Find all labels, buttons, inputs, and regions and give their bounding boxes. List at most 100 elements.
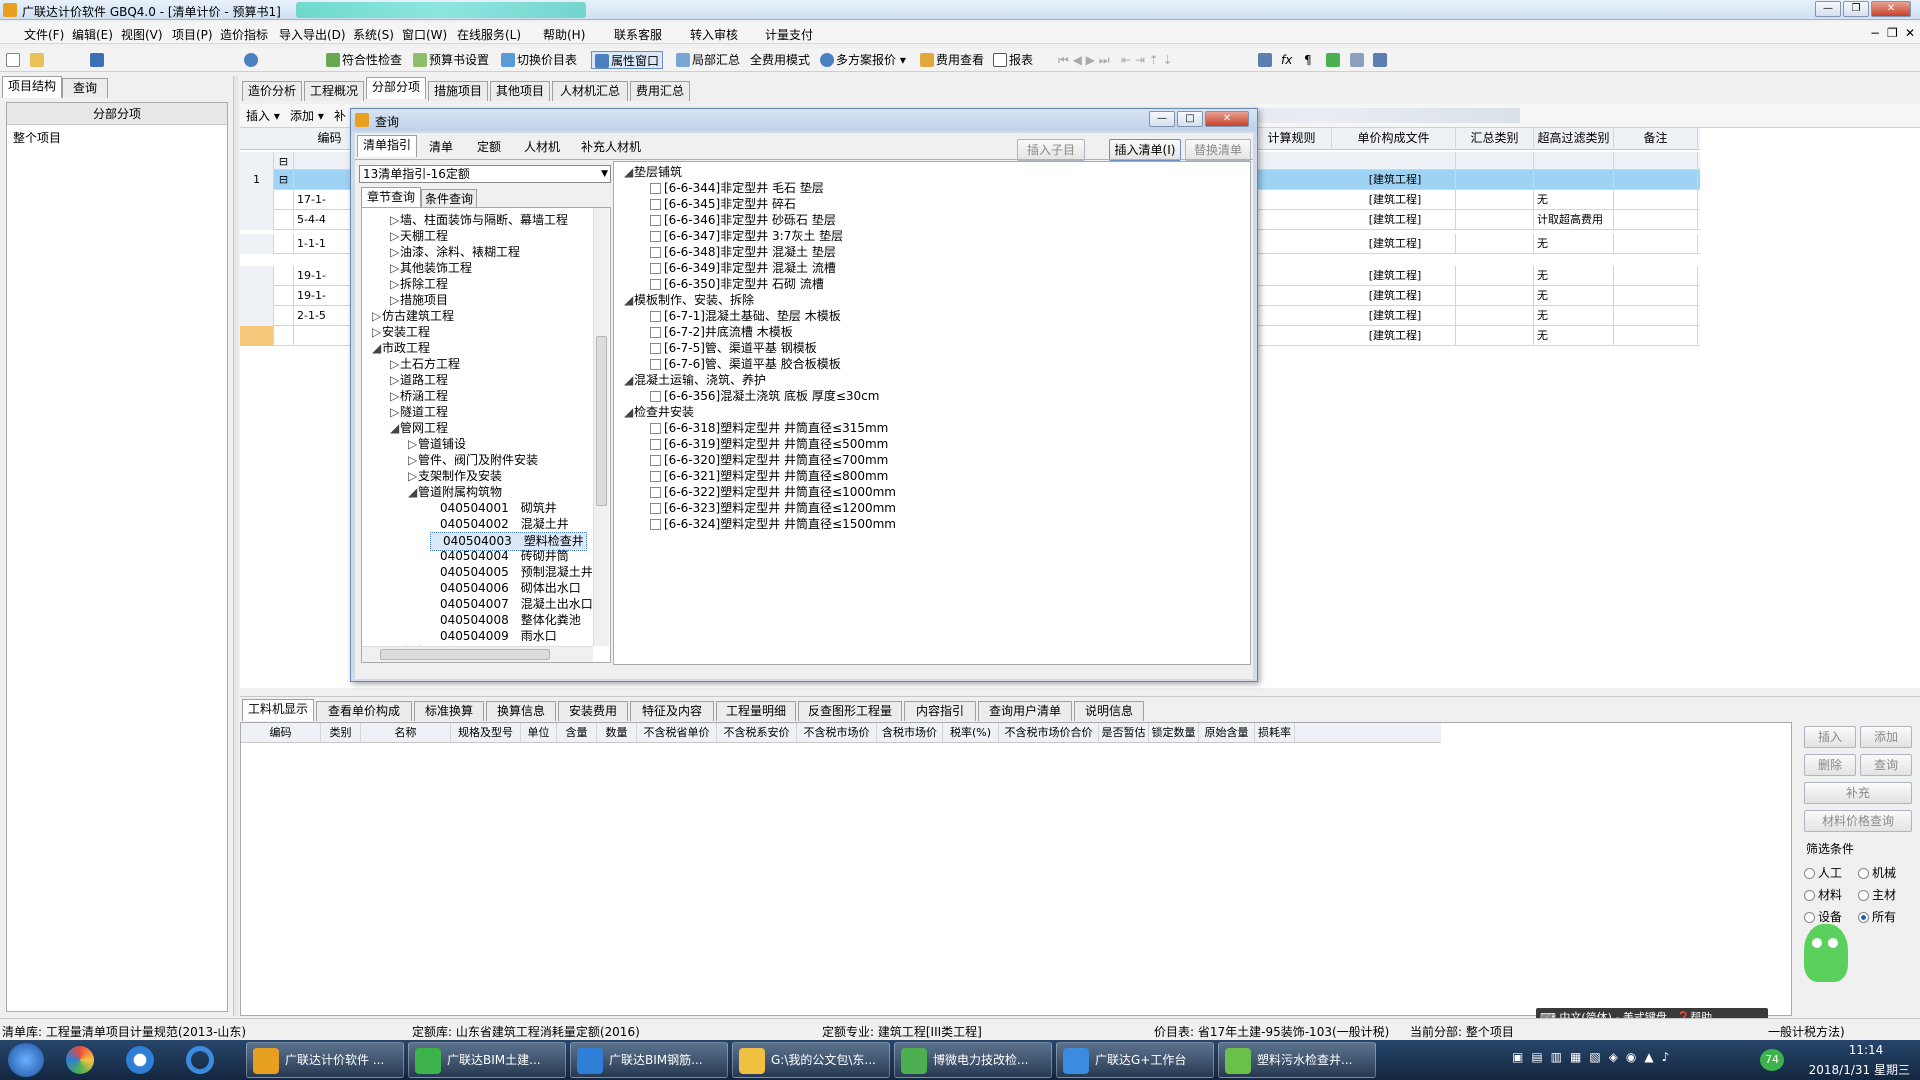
expanded-arrow-icon[interactable]: ◢ — [372, 340, 382, 356]
quota-item[interactable]: [6-7-6]管、渠道平基 胶合板模板 — [650, 356, 841, 373]
menu-help[interactable]: 帮助(H) — [543, 26, 585, 43]
clock-date[interactable]: 2018/1/31 星期三 — [1780, 1061, 1910, 1078]
menu-file[interactable]: 文件(F) — [24, 26, 64, 43]
tab-sub-items[interactable]: 分部分项 — [366, 77, 426, 99]
tree-node[interactable]: 040504004 砖砌井筒 — [430, 548, 569, 565]
expand-icon[interactable]: ⊟ — [274, 170, 294, 190]
formula-icon[interactable]: fx — [1281, 51, 1292, 69]
tab-supplement-labor-material[interactable]: 补充人材机 — [571, 137, 651, 157]
collapsed-arrow-icon[interactable]: ▷ — [372, 308, 382, 324]
menu-system[interactable]: 系统(S) — [353, 26, 394, 43]
row-remarks[interactable] — [1614, 326, 1698, 346]
row-overheight[interactable]: 无 — [1534, 306, 1614, 326]
property-window-button[interactable]: 属性窗口 — [591, 51, 664, 69]
collapsed-arrow-icon[interactable]: ▷ — [372, 324, 382, 340]
checkbox-icon[interactable] — [650, 311, 661, 322]
menu-review[interactable]: 转入审核 — [690, 26, 738, 43]
tree-node[interactable]: ◢管网工程 — [390, 420, 448, 436]
expand-icon[interactable]: ⊟ — [274, 152, 294, 172]
checkbox-icon[interactable] — [650, 471, 661, 482]
row-overheight[interactable]: 无 — [1534, 286, 1614, 306]
subtab-condition-query[interactable]: 条件查询 — [421, 189, 477, 207]
collapsed-arrow-icon[interactable]: ▷ — [390, 244, 400, 260]
mdi-minimize-icon[interactable]: − — [1870, 26, 1880, 40]
tree-node[interactable]: ▷油漆、涂料、裱糊工程 — [390, 244, 520, 260]
taskbar-item[interactable]: 广联达BIM钢筋... — [570, 1042, 728, 1078]
bottom-tab[interactable]: 安装费用 — [558, 701, 628, 721]
undo-icon[interactable] — [244, 51, 260, 69]
row-remarks[interactable] — [1614, 170, 1698, 190]
quota-item[interactable]: [6-6-320]塑料定型井 井筒直径≤700mm — [650, 452, 888, 469]
paragraph-icon[interactable]: ¶ — [1304, 51, 1312, 69]
menu-view[interactable]: 视图(V) — [121, 26, 163, 43]
material-price-query-button[interactable]: 材料价格查询 — [1804, 810, 1912, 832]
multi-plan-quote-button[interactable]: 多方案报价 ▾ — [820, 51, 906, 69]
menu-edit[interactable]: 编辑(E) — [72, 26, 113, 43]
quota-item[interactable]: [6-6-349]非定型井 混凝土 流槽 — [650, 260, 836, 277]
expand-icon[interactable] — [274, 326, 294, 346]
expanded-arrow-icon[interactable]: ◢ — [624, 404, 634, 420]
tree-node[interactable]: ◢管道附属构筑物 — [408, 484, 502, 500]
quota-item[interactable]: [6-6-324]塑料定型井 井筒直径≤1500mm — [650, 516, 896, 533]
tree-node[interactable]: ◢市政工程 — [372, 340, 430, 356]
quota-item[interactable]: [6-6-347]非定型井 3:7灰土 垫层 — [650, 228, 843, 245]
taskbar-item[interactable]: 广联达G+工作台 — [1056, 1042, 1214, 1078]
taskbar-item[interactable]: G:\我的公文包\东... — [732, 1042, 890, 1078]
checkbox-icon[interactable] — [650, 359, 661, 370]
bottom-tab[interactable]: 查看单价构成 — [316, 701, 412, 721]
green-tool-icon[interactable] — [1326, 51, 1342, 69]
dialog-maximize-icon[interactable]: □ — [1177, 111, 1203, 127]
quota-item[interactable]: [6-6-319]塑料定型井 井筒直径≤500mm — [650, 436, 888, 453]
checkbox-icon[interactable] — [650, 343, 661, 354]
checkbox-icon[interactable] — [650, 247, 661, 258]
quota-group[interactable]: ◢模板制作、安装、拆除 — [624, 292, 754, 308]
row-summary-category[interactable] — [1456, 326, 1534, 346]
tree-vscroll-thumb[interactable] — [596, 336, 607, 506]
row-overheight[interactable]: 无 — [1534, 266, 1614, 286]
row-summary-category[interactable] — [1456, 266, 1534, 286]
layout-tool-icon[interactable] — [1373, 51, 1389, 69]
compliance-check-button[interactable]: 符合性检查 — [326, 51, 402, 69]
expanded-arrow-icon[interactable]: ◢ — [624, 372, 634, 388]
row-summary-category[interactable] — [1456, 286, 1534, 306]
tree-node[interactable]: 040504001 砌筑井 — [430, 500, 557, 517]
tree-node[interactable]: ▷其他装饰工程 — [390, 260, 472, 276]
filter-material[interactable]: 材料 — [1804, 886, 1842, 903]
menu-import-export[interactable]: 导入导出(D) — [279, 26, 346, 43]
expand-icon[interactable] — [274, 266, 294, 286]
collapsed-arrow-icon[interactable]: ▷ — [390, 212, 400, 228]
tab-quota[interactable]: 定额 — [465, 137, 513, 157]
checkbox-icon[interactable] — [650, 423, 661, 434]
collapsed-arrow-icon[interactable]: ▷ — [390, 260, 400, 276]
row-price-file[interactable]: [建筑工程] — [1332, 306, 1456, 326]
row-price-file[interactable]: [建筑工程] — [1332, 190, 1456, 210]
tab-cost-analysis[interactable]: 造价分析 — [242, 81, 302, 101]
tree-node[interactable]: ▷拆除工程 — [390, 276, 448, 292]
bottom-tab[interactable]: 工料机显示 — [242, 699, 314, 721]
side-delete-button[interactable]: 删除 — [1804, 754, 1856, 776]
bottom-tab[interactable]: 说明信息 — [1074, 701, 1144, 721]
row-remarks[interactable] — [1614, 152, 1698, 172]
quota-item[interactable]: [6-6-348]非定型井 混凝土 垫层 — [650, 244, 836, 261]
row-remarks[interactable] — [1614, 286, 1698, 306]
expand-icon[interactable] — [274, 234, 294, 254]
quota-group[interactable]: ◢混凝土运输、浇筑、养护 — [624, 372, 766, 388]
tree-node[interactable]: ▷隧道工程 — [390, 404, 448, 420]
row-summary-category[interactable] — [1456, 170, 1534, 190]
tree-node[interactable]: 040504002 混凝土井 — [430, 516, 569, 533]
tab-query[interactable]: 查询 — [62, 78, 108, 98]
tree-node[interactable]: 040504005 预制混凝土井筒 — [430, 564, 605, 581]
expanded-arrow-icon[interactable]: ◢ — [390, 420, 400, 436]
quota-item[interactable]: [6-7-5]管、渠道平基 钢模板 — [650, 340, 817, 357]
dialog-minimize-icon[interactable]: — — [1149, 111, 1175, 127]
list-guide-select[interactable]: 13清单指引-16定额 ▼ — [359, 165, 611, 183]
row-remarks[interactable] — [1614, 266, 1698, 286]
collapsed-arrow-icon[interactable]: ▷ — [390, 372, 400, 388]
close-icon[interactable]: ✕ — [1871, 1, 1911, 17]
row-overheight[interactable]: 无 — [1534, 190, 1614, 210]
collapsed-arrow-icon[interactable]: ▷ — [408, 452, 418, 468]
tree-node[interactable]: ▷墙、柱面装饰与隔断、幕墙工程 — [390, 212, 568, 228]
bottom-tab[interactable]: 工程量明细 — [716, 701, 796, 721]
mdi-close-icon[interactable]: ✕ — [1905, 26, 1915, 40]
menu-payment[interactable]: 计量支付 — [765, 26, 813, 43]
